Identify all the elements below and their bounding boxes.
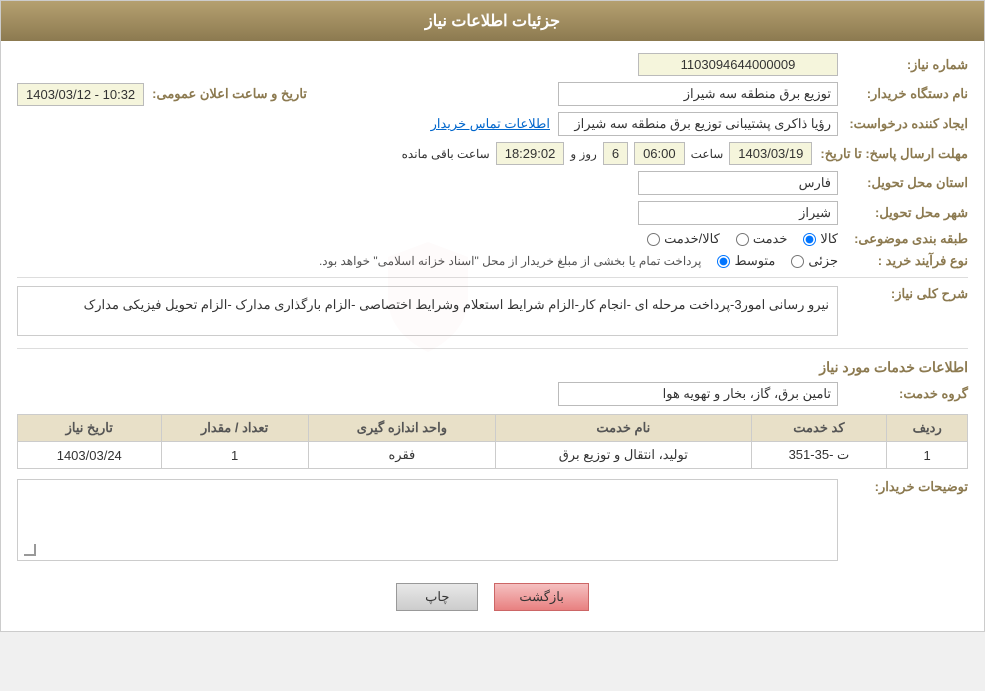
col-header-service-code: کد خدمت xyxy=(751,415,887,442)
deadline-remaining-label: ساعت باقی مانده xyxy=(402,147,490,161)
need-number-value: 1103094644000009 xyxy=(638,53,838,76)
col-header-quantity: تعداد / مقدار xyxy=(161,415,308,442)
buttons-row: بازگشت چاپ xyxy=(17,583,968,611)
category-kala-label: کالا xyxy=(820,231,838,247)
need-number-label: شماره نیاز: xyxy=(838,57,968,73)
services-table: ردیف کد خدمت نام خدمت واحد اندازه گیری ت… xyxy=(17,414,968,469)
deadline-label: مهلت ارسال پاسخ: تا تاریخ: xyxy=(812,146,968,162)
category-option-kala[interactable]: کالا xyxy=(803,231,838,247)
category-kala-khadamat-label: کالا/خدمت xyxy=(664,231,720,247)
summary-value: نیرو رسانی امور3-پرداخت مرحله ای -انجام … xyxy=(26,295,829,316)
requester-value: رؤیا ذاکری پشتیبانی توزیع برق منطقه سه ش… xyxy=(558,112,838,136)
client-name-value: توزیع برق منطقه سه شیراز xyxy=(558,82,838,106)
resize-handle[interactable] xyxy=(22,544,36,558)
deadline-day-label: روز و xyxy=(570,147,597,161)
announce-value: 1403/03/12 - 10:32 xyxy=(17,83,144,106)
col-header-unit: واحد اندازه گیری xyxy=(308,415,495,442)
summary-label: شرح کلی نیاز: xyxy=(838,286,968,302)
cell-date: 1403/03/24 xyxy=(18,442,162,469)
contact-link[interactable]: اطلاعات تماس خریدار xyxy=(431,116,550,132)
category-kala-khadamat-radio[interactable] xyxy=(647,233,660,246)
table-row: 1ت -35-351تولید، انتقال و توزیع برقفقره1… xyxy=(18,442,968,469)
requester-label: ایجاد کننده درخواست: xyxy=(838,116,968,132)
deadline-time-value: 06:00 xyxy=(634,142,685,165)
category-option-khadamat[interactable]: خدمت xyxy=(736,231,788,247)
process-option-jozei[interactable]: جزئی xyxy=(791,253,838,269)
process-note: پرداخت تمام یا بخشی از مبلغ خریدار از مح… xyxy=(319,254,702,268)
col-header-date: تاریخ نیاز xyxy=(18,415,162,442)
buyer-desc-label: توضیحات خریدار: xyxy=(838,479,968,495)
cell-quantity: 1 xyxy=(161,442,308,469)
cell-row-num: 1 xyxy=(887,442,968,469)
deadline-time-label: ساعت xyxy=(691,147,724,161)
process-radio-group: جزئی متوسط xyxy=(717,253,838,269)
category-radio-group: کالا خدمت کالا/خدمت xyxy=(647,231,838,247)
process-jozei-label: جزئی xyxy=(808,253,838,269)
category-khadamat-label: خدمت xyxy=(753,231,788,247)
process-jozei-radio[interactable] xyxy=(791,255,804,268)
process-motawaset-label: متوسط xyxy=(734,253,775,269)
service-group-label: گروه خدمت: xyxy=(838,386,968,402)
category-khadamat-radio[interactable] xyxy=(736,233,749,246)
print-button[interactable]: چاپ xyxy=(396,583,478,611)
category-label: طبقه بندی موضوعی: xyxy=(838,231,968,247)
province-value: فارس xyxy=(638,171,838,195)
city-value: شیراز xyxy=(638,201,838,225)
deadline-date: 1403/03/19 xyxy=(729,142,812,165)
col-header-row-num: ردیف xyxy=(887,415,968,442)
province-label: استان محل تحویل: xyxy=(838,175,968,191)
back-button[interactable]: بازگشت xyxy=(494,583,588,611)
col-header-service-name: نام خدمت xyxy=(496,415,751,442)
service-group-value: تامین برق، گاز، بخار و تهویه هوا xyxy=(558,382,838,406)
category-kala-radio[interactable] xyxy=(803,233,816,246)
buyer-desc-content[interactable] xyxy=(18,480,837,560)
city-label: شهر محل تحویل: xyxy=(838,205,968,221)
page-title: جزئیات اطلاعات نیاز xyxy=(1,1,984,41)
category-option-kala-khadamat[interactable]: کالا/خدمت xyxy=(647,231,720,247)
process-motawaset-radio[interactable] xyxy=(717,255,730,268)
services-title: اطلاعات خدمات مورد نیاز xyxy=(17,359,968,376)
client-name-label: نام دستگاه خریدار: xyxy=(838,86,968,102)
process-label: نوع فرآیند خرید : xyxy=(838,253,968,269)
deadline-remaining-value: 18:29:02 xyxy=(496,142,565,165)
announce-label: تاریخ و ساعت اعلان عمومی: xyxy=(144,86,307,102)
cell-unit: فقره xyxy=(308,442,495,469)
deadline-day-value: 6 xyxy=(603,142,628,165)
cell-service-name: تولید، انتقال و توزیع برق xyxy=(496,442,751,469)
cell-service-code: ت -35-351 xyxy=(751,442,887,469)
process-option-motawaset[interactable]: متوسط xyxy=(717,253,775,269)
